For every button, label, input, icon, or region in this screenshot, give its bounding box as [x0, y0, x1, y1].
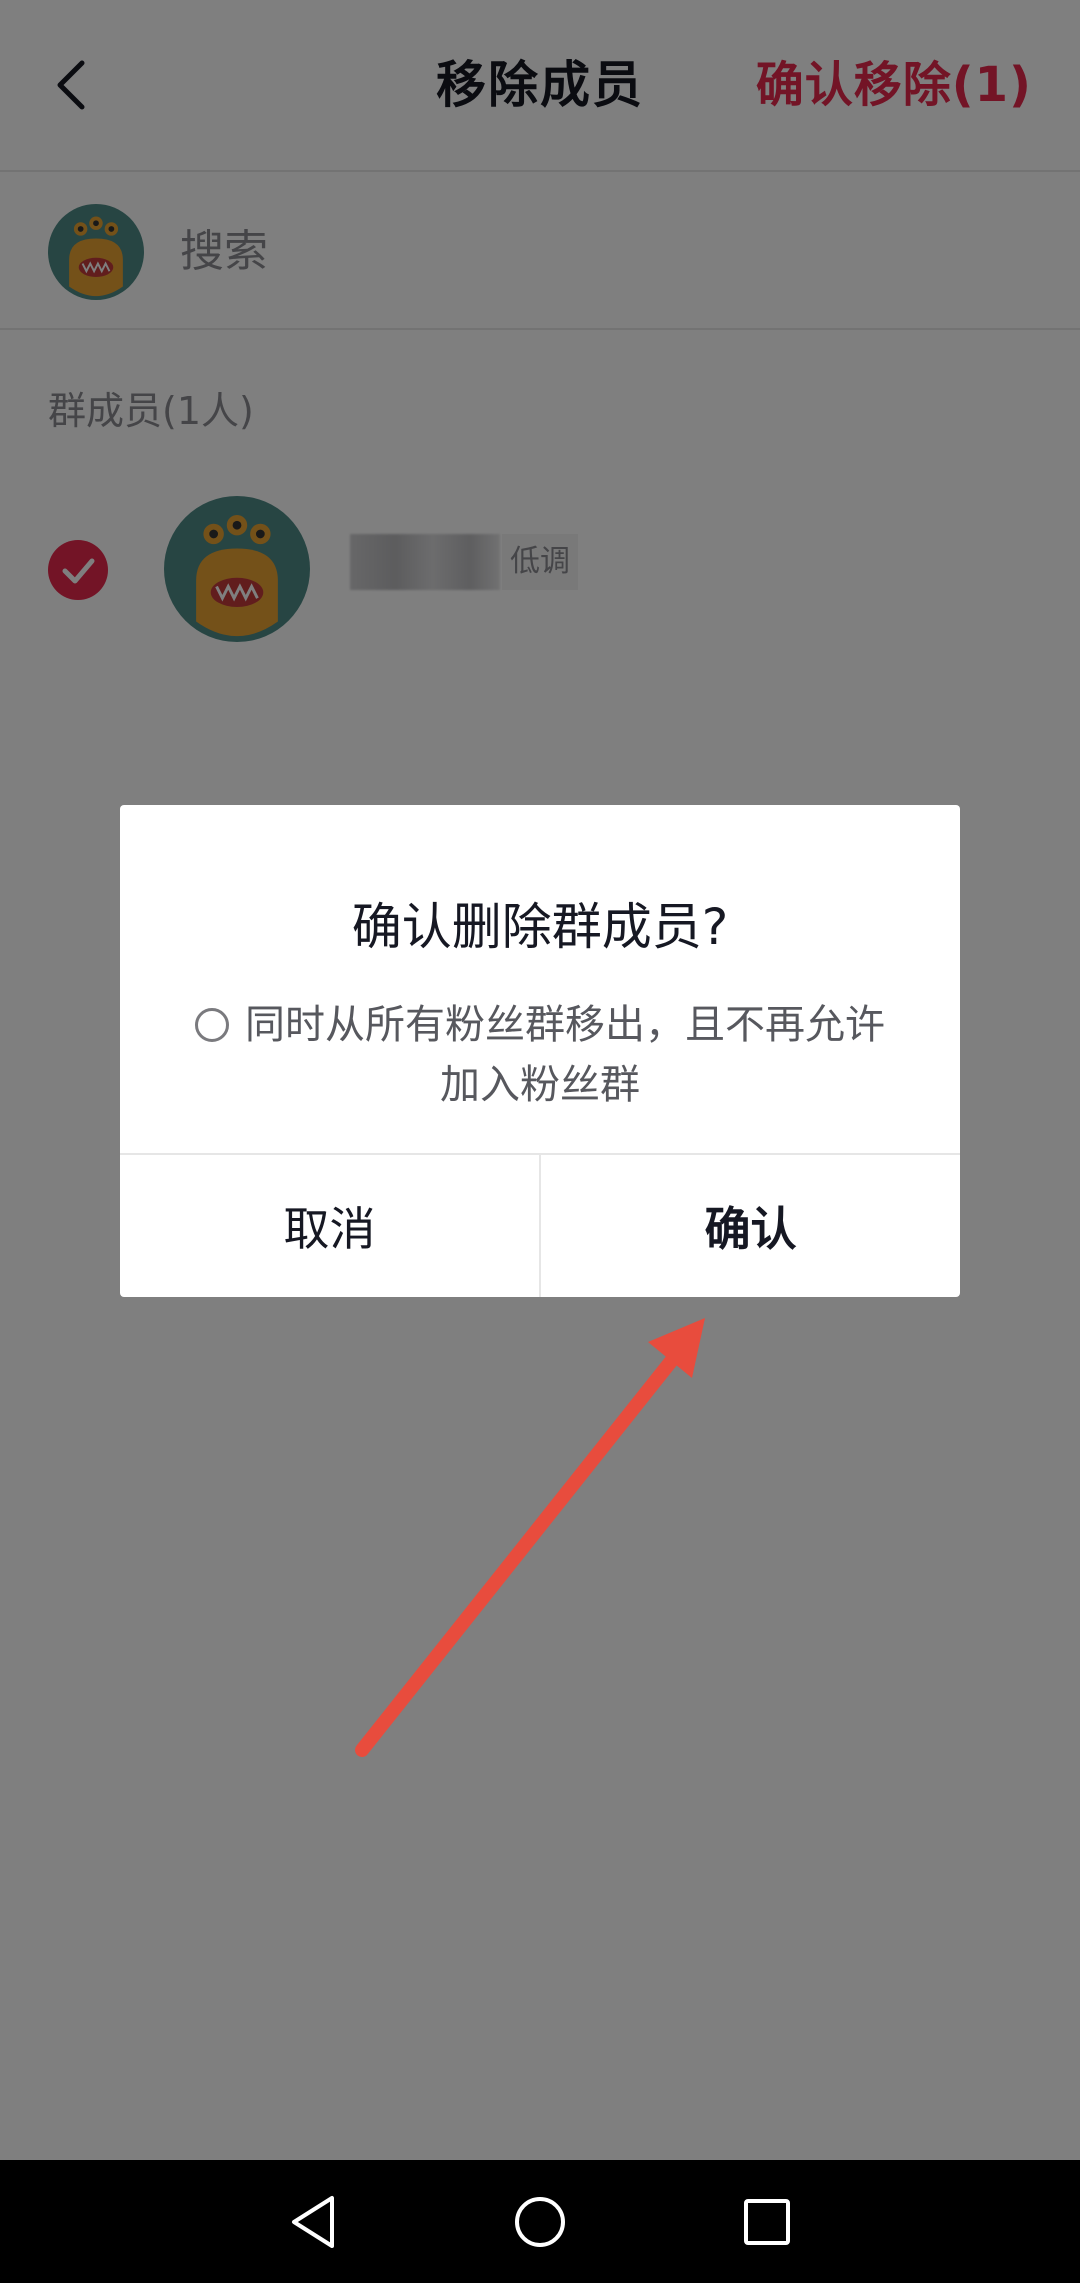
app-screen: 移除成员 确认移除(1) 搜索 群成员(1人): [0, 0, 1080, 2160]
option-label: 同时从所有粉丝群移出，且不再允许加入粉丝群: [245, 1002, 885, 1108]
confirm-dialog: 确认删除群成员? 同时从所有粉丝群移出，且不再允许加入粉丝群 取消 确认: [120, 805, 960, 1297]
system-navigation-bar: [0, 2160, 1080, 2283]
nav-back-button[interactable]: [273, 2182, 353, 2262]
square-recents-icon: [743, 2198, 790, 2245]
radio-icon[interactable]: [195, 1008, 229, 1042]
dialog-actions: 取消 确认: [120, 1155, 960, 1297]
nav-home-button[interactable]: [500, 2182, 580, 2262]
nav-recents-button[interactable]: [727, 2182, 807, 2262]
triangle-back-icon: [292, 2195, 335, 2248]
remove-from-all-option[interactable]: 同时从所有粉丝群移出，且不再允许加入粉丝群: [190, 995, 890, 1115]
cancel-button[interactable]: 取消: [120, 1155, 539, 1297]
confirm-button[interactable]: 确认: [539, 1155, 960, 1297]
dialog-title: 确认删除群成员?: [351, 898, 729, 956]
circle-home-icon: [514, 2196, 565, 2247]
